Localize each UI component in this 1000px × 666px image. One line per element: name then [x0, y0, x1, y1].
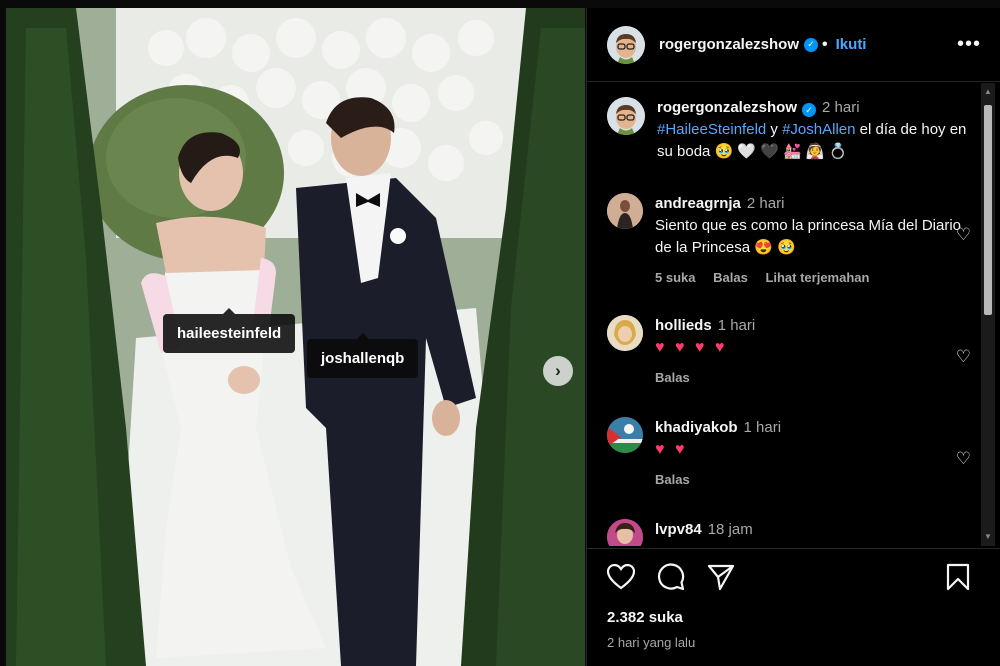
comment-time: 2 hari	[746, 195, 785, 212]
translate-button[interactable]: Lihat terjemahan	[765, 270, 869, 285]
next-photo-button[interactable]: ›	[543, 356, 573, 386]
follow-button[interactable]: Ikuti	[836, 36, 867, 53]
comment-body: hollieds 1 hari ♥ ♥ ♥ ♥ Balas	[655, 315, 967, 389]
post-header: rogergonzalezshow ✓ • Ikuti •••	[587, 8, 1000, 82]
hashtag-link[interactable]: #JoshAllen	[782, 121, 855, 138]
comment-icon[interactable]	[657, 563, 685, 591]
user-tag-bride[interactable]: haileesteinfeld	[163, 308, 296, 353]
comment-text: ♥ ♥	[655, 441, 688, 458]
comment-item: khadiyakob 1 hari ♥ ♥ Balas	[607, 417, 967, 491]
separator-dot: •	[822, 35, 828, 53]
verified-badge-icon: ✓	[804, 37, 819, 52]
profile-photo-icon	[607, 315, 643, 351]
comment-like-heart-icon[interactable]: ♡	[956, 225, 971, 245]
action-row	[607, 563, 735, 591]
profile-photo-icon	[607, 193, 643, 229]
reply-button[interactable]: Balas	[713, 270, 748, 285]
caption-body: rogergonzalezshow ✓ 2 hari #HaileeSteinfel…	[657, 97, 967, 163]
bookmark-icon[interactable]	[945, 563, 973, 591]
comment-body: andreagrnja 2 hari Siento que es como la …	[655, 193, 967, 289]
comment-body: lvpv84 18 jam	[655, 519, 967, 546]
commenter-avatar[interactable]	[607, 193, 643, 229]
comment-item: lvpv84 18 jam	[607, 519, 967, 546]
reply-button[interactable]: Balas	[655, 472, 690, 487]
comment-like-heart-icon[interactable]: ♡	[956, 347, 971, 367]
comment-text: ♥ ♥ ♥ ♥	[655, 339, 728, 356]
comments-list[interactable]: rogergonzalezshow ✓ 2 hari #HaileeSteinfel…	[587, 83, 1000, 546]
commenter-avatar[interactable]	[607, 417, 643, 453]
post-actions: 2.382 suka 2 hari yang lalu	[587, 548, 1000, 666]
comment-meta: 5 suka Balas Lihat terjemahan	[655, 267, 967, 289]
more-horizontal-icon[interactable]: •••	[957, 33, 981, 56]
share-icon[interactable]	[707, 563, 735, 591]
comments-scrollbar[interactable]: ▲ ▼	[981, 83, 995, 546]
comment-text: Siento que es como la princesa Mía del D…	[655, 217, 961, 256]
comment-time: 1 hari	[717, 317, 756, 334]
caption-username[interactable]: rogergonzalezshow	[657, 99, 797, 116]
comment-meta: Balas	[655, 367, 967, 389]
post-details-panel: rogergonzalezshow ✓ • Ikuti ••• rogergon…	[586, 8, 1000, 666]
comment-meta: Balas	[655, 469, 967, 491]
heart-icon[interactable]	[607, 563, 635, 591]
flag-avatar-icon	[607, 417, 643, 453]
comment-username[interactable]: lvpv84	[655, 521, 702, 538]
comment-body: khadiyakob 1 hari ♥ ♥ Balas	[655, 417, 967, 491]
caption: rogergonzalezshow ✓ 2 hari #HaileeSteinfel…	[607, 97, 967, 163]
comment-item: hollieds 1 hari ♥ ♥ ♥ ♥ Balas	[607, 315, 967, 389]
comment-username[interactable]: andreagrnja	[655, 195, 741, 212]
comment-time: 1 hari	[743, 419, 782, 436]
comment-username[interactable]: khadiyakob	[655, 419, 738, 436]
wedding-photo	[6, 8, 585, 666]
likes-count[interactable]: 2.382 suka	[607, 609, 683, 626]
caption-time: 2 hari	[822, 99, 860, 116]
comment-username[interactable]: hollieds	[655, 317, 712, 334]
post-photo[interactable]: haileesteinfeld joshallenqb ›	[6, 8, 585, 666]
commenter-avatar[interactable]	[607, 315, 643, 351]
author-avatar[interactable]	[607, 25, 645, 64]
caption-conjunction: y	[766, 121, 783, 138]
commenter-avatar[interactable]	[607, 519, 643, 546]
comment-item: andreagrnja 2 hari Siento que es como la …	[607, 193, 967, 289]
reply-button[interactable]: Balas	[655, 370, 690, 385]
profile-photo-icon	[607, 519, 643, 546]
comment-like-heart-icon[interactable]: ♡	[956, 449, 971, 469]
comment-likes[interactable]: 5 suka	[655, 270, 695, 285]
memoji-avatar-icon	[607, 25, 645, 64]
scroll-down-icon[interactable]: ▼	[981, 530, 995, 544]
author-username[interactable]: rogergonzalezshow	[659, 36, 799, 53]
scrollbar-thumb[interactable]	[984, 105, 992, 315]
post-timestamp: 2 hari yang lalu	[607, 635, 696, 650]
hashtag-link[interactable]: #HaileeSteinfeld	[657, 121, 766, 138]
scroll-up-icon[interactable]: ▲	[981, 85, 995, 99]
user-tag-groom[interactable]: joshallenqb	[307, 333, 419, 378]
caption-avatar[interactable]	[607, 97, 645, 135]
chevron-right-icon: ›	[555, 361, 561, 380]
verified-badge-icon: ✓	[802, 103, 817, 117]
memoji-avatar-icon	[607, 97, 645, 135]
comment-time: 18 jam	[707, 521, 753, 538]
